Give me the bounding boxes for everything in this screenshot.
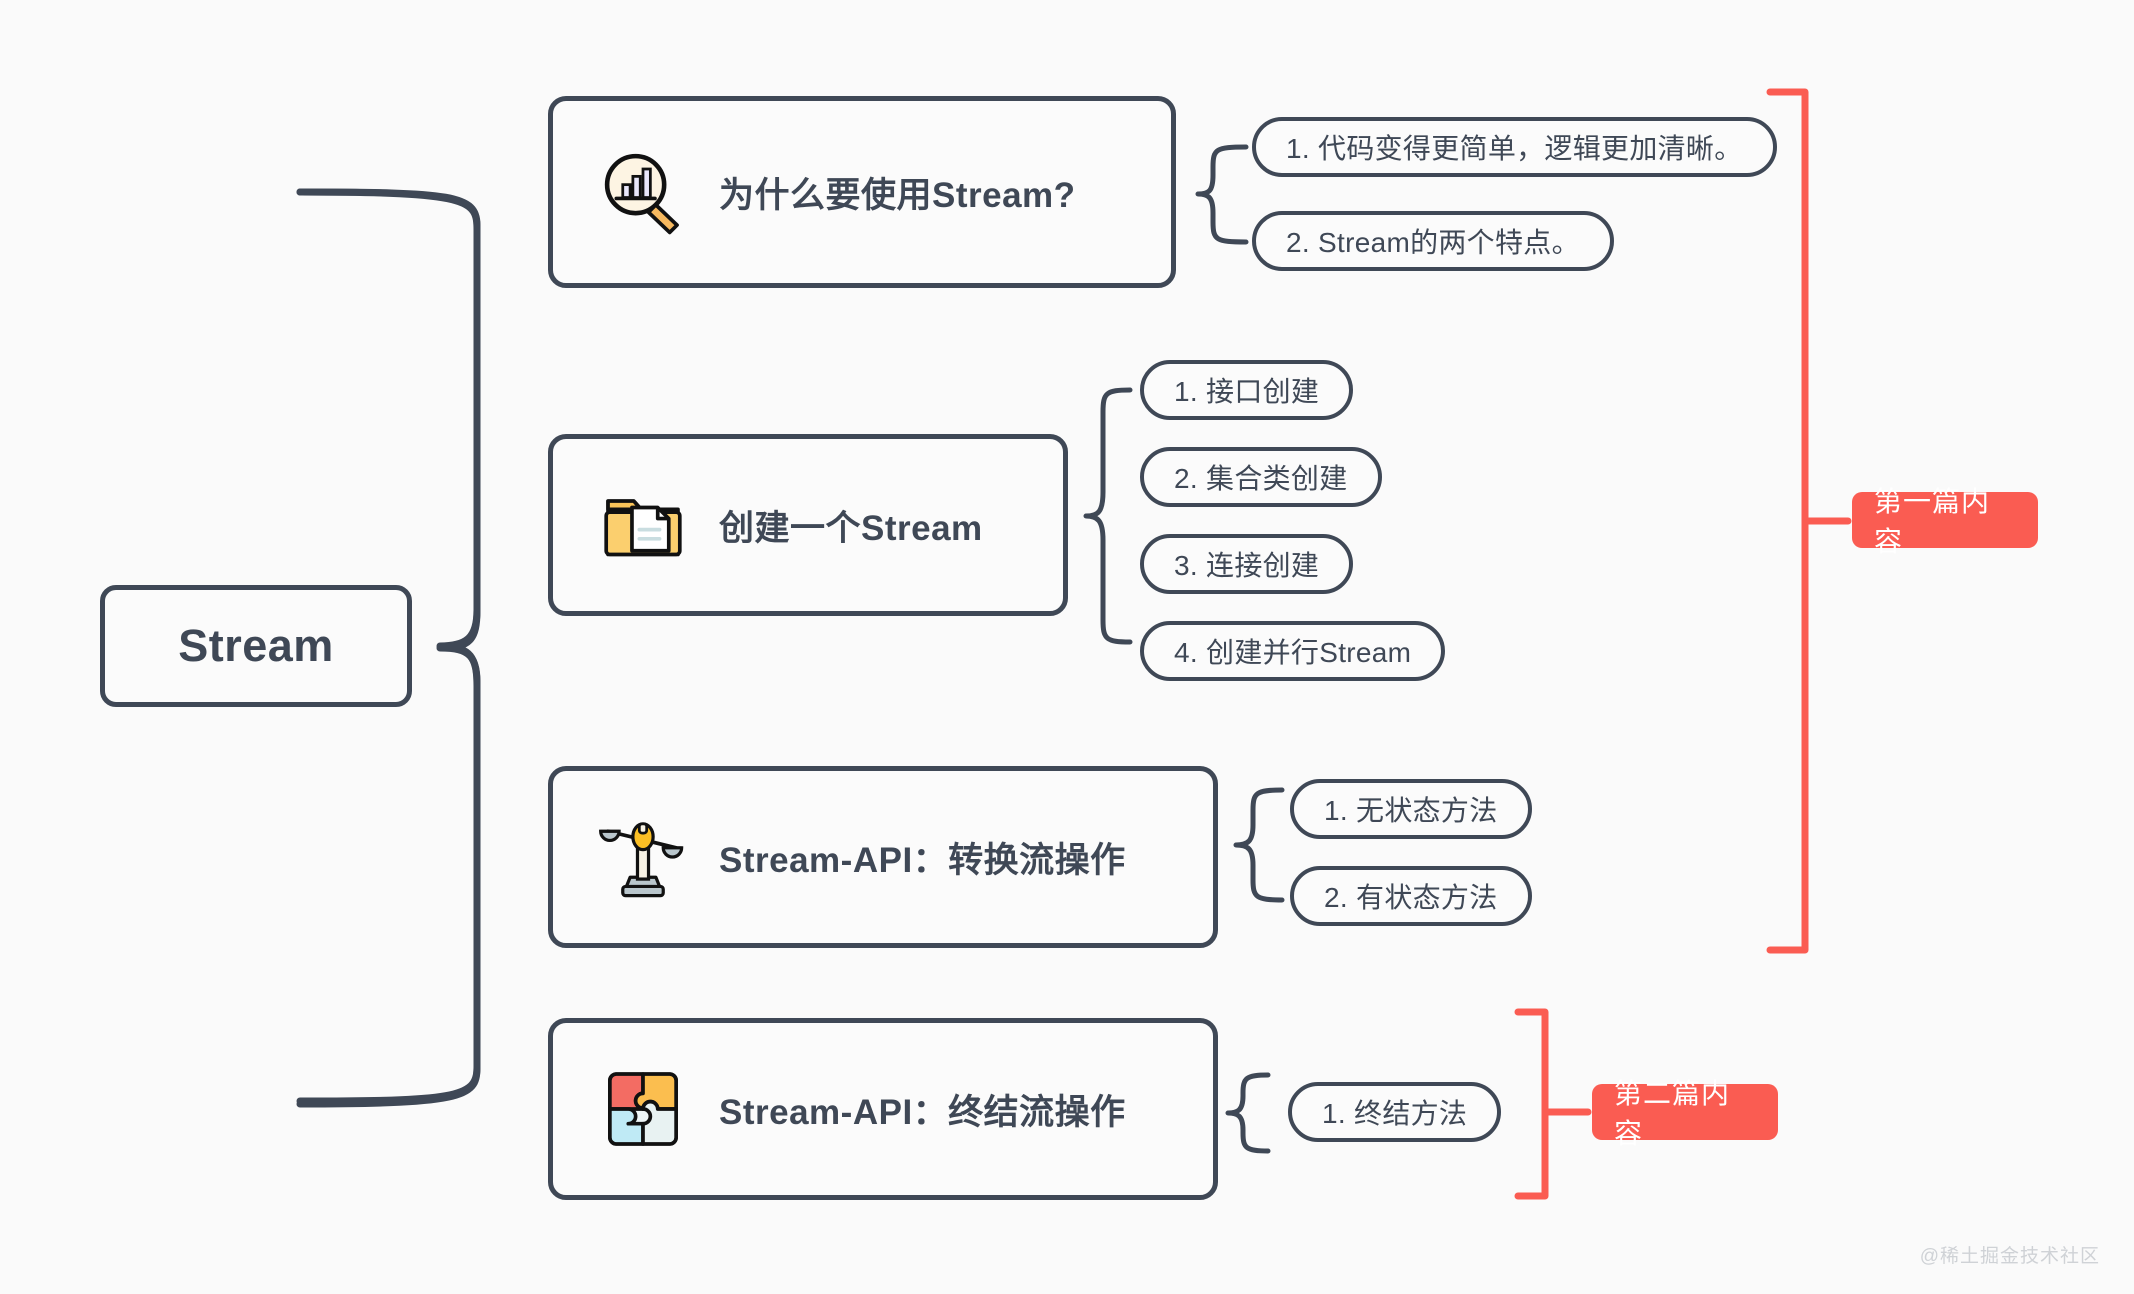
red-bracket-part-one [1766, 88, 1809, 954]
magnifier-chart-icon [604, 153, 679, 235]
leaf-label: 1. 接口创建 [1174, 376, 1320, 407]
red-bracket-part-two [1514, 1008, 1549, 1200]
leaf-pill[interactable]: 2. Stream的两个特点。 [1252, 211, 1614, 271]
brace-branch-3 [1225, 1072, 1271, 1154]
leaf-pill[interactable]: 2. 集合类创建 [1140, 447, 1382, 507]
mindmap-canvas: Stream 为什么要使用Stream? 创建一个Stream Stream-A… [0, 0, 2134, 1294]
leaf-pill[interactable]: 3. 连接创建 [1140, 534, 1354, 594]
branch-label-why-stream: 为什么要使用Stream? [719, 175, 1076, 215]
branch-label-create-stream: 创建一个Stream [719, 508, 983, 548]
root-node[interactable]: Stream [100, 585, 412, 707]
leaf-label: 3. 连接创建 [1174, 550, 1320, 581]
folder-document-icon [604, 499, 682, 557]
leaf-pill[interactable]: 1. 接口创建 [1140, 360, 1354, 420]
watermark: @稀土掘金技术社区 [1919, 1246, 2100, 1267]
branch-node-stream-api-terminal[interactable]: Stream-API：终结流操作 [548, 1018, 1218, 1200]
brace-branch-2 [1233, 787, 1285, 903]
branch-label-stream-api-terminal: Stream-API：终结流操作 [719, 1092, 1126, 1132]
leaf-label: 1. 代码变得更简单，逻辑更加清晰。 [1286, 133, 1743, 164]
leaf-pill[interactable]: 1. 终结方法 [1288, 1082, 1502, 1142]
branch-node-why-stream[interactable]: 为什么要使用Stream? [548, 96, 1176, 288]
root-node-label: Stream [178, 620, 334, 671]
badge-part-two[interactable]: 第二篇内容 [1592, 1078, 1778, 1149]
leaf-label: 2. 集合类创建 [1174, 463, 1348, 494]
leaf-label: 1. 终结方法 [1322, 1098, 1468, 1129]
brace-branch-1 [1083, 387, 1133, 645]
badge-label: 第二篇内容 [1614, 1078, 1731, 1149]
branch-node-stream-api-intermediate[interactable]: Stream-API：转换流操作 [548, 766, 1218, 948]
leaf-label: 4. 创建并行Stream [1174, 637, 1412, 668]
leaf-label: 2. Stream的两个特点。 [1286, 227, 1580, 258]
badge-part-one[interactable]: 第一篇内容 [1852, 486, 2038, 557]
brace-branch-0 [1195, 144, 1249, 245]
leaf-pill[interactable]: 4. 创建并行Stream [1140, 621, 1446, 681]
leaf-pill[interactable]: 1. 代码变得更简单，逻辑更加清晰。 [1252, 117, 1777, 177]
badge-label: 第一篇内容 [1874, 486, 1991, 557]
branch-label-stream-api-intermediate: Stream-API：转换流操作 [719, 840, 1126, 880]
leaf-pill[interactable]: 2. 有状态方法 [1290, 866, 1532, 926]
leaf-pill[interactable]: 1. 无状态方法 [1290, 779, 1532, 839]
branch-node-create-stream[interactable]: 创建一个Stream [548, 434, 1068, 616]
leaf-label: 2. 有状态方法 [1324, 882, 1498, 913]
balance-scale-icon [599, 822, 684, 898]
puzzle-icon [608, 1072, 678, 1146]
leaf-label: 1. 无状态方法 [1324, 795, 1498, 826]
